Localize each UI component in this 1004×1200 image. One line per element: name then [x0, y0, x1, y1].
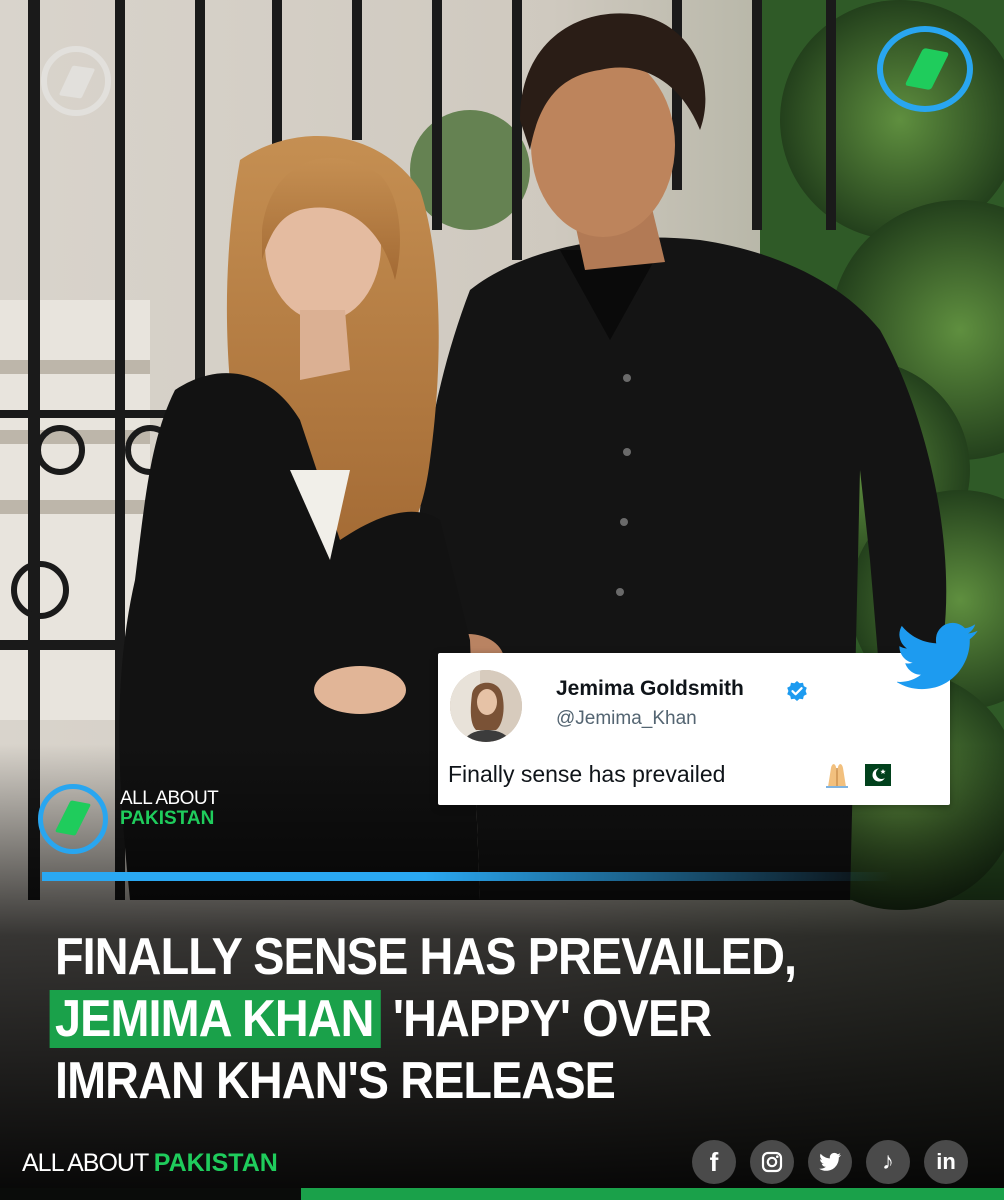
twitter-icon[interactable]: [808, 1140, 852, 1184]
tweet-text: Finally sense has prevailed: [448, 761, 726, 787]
headline-divider: [42, 872, 892, 881]
verified-badge-icon: [787, 681, 807, 701]
headline-line-2-rest: 'HAPPY' OVER: [380, 990, 712, 1048]
headline-highlight: JEMIMA KHAN: [49, 990, 381, 1048]
watermark-logo: [41, 46, 111, 116]
linkedin-icon[interactable]: in: [924, 1140, 968, 1184]
brand-logo-icon: [877, 26, 973, 112]
footer-brand-part2: PAKISTAN: [153, 1149, 278, 1177]
tweet-avatar[interactable]: [450, 670, 522, 742]
tweet-author-name[interactable]: Jemima Goldsmith: [556, 677, 744, 701]
headline-line-2: JEMIMA KHAN 'HAPPY' OVER: [49, 988, 883, 1050]
bottom-accent-bar: [0, 1188, 1004, 1200]
brand-badge-line1: ALL ABOUT: [120, 788, 219, 809]
instagram-icon[interactable]: [750, 1140, 794, 1184]
tiktok-icon[interactable]: ♪: [866, 1140, 910, 1184]
footer-brand: ALL ABOUT PAKISTAN: [22, 1149, 278, 1178]
all-about-pakistan-logo-icon: [38, 784, 108, 854]
twitter-bird-icon: [897, 622, 978, 690]
brand-badge: ALL ABOUT PAKISTAN: [120, 788, 219, 829]
pakistan-flag-emoji: [857, 764, 891, 786]
tweet-author-handle[interactable]: @Jemima_Khan: [556, 708, 697, 730]
footer-brand-part1: ALL ABOUT: [22, 1149, 154, 1177]
brand-badge-line2: PAKISTAN: [120, 808, 215, 829]
folded-hands-emoji: [826, 764, 848, 788]
facebook-icon[interactable]: f: [692, 1140, 736, 1184]
headline-line-1: FINALLY SENSE HAS PREVAILED,: [55, 928, 797, 986]
headline-line-3: IMRAN KHAN'S RELEASE: [55, 1052, 616, 1110]
headline: FINALLY SENSE HAS PREVAILED, JEMIMA KHAN…: [49, 926, 883, 1112]
tweet-card[interactable]: Jemima Goldsmith @Jemima_Khan Finally se…: [438, 653, 950, 805]
